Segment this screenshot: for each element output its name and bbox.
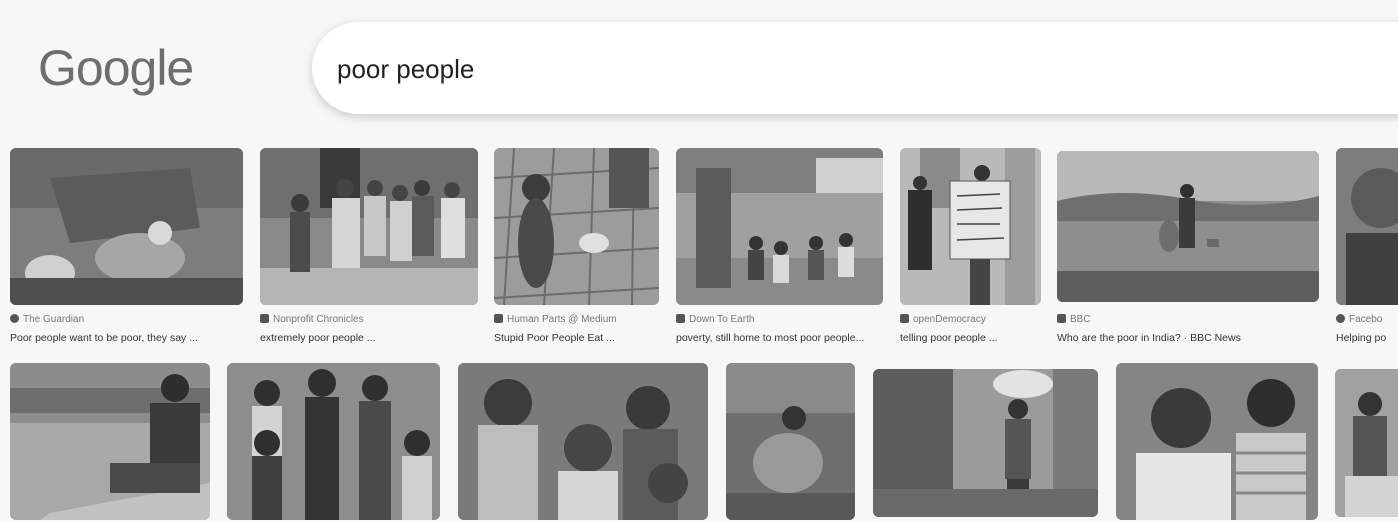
image-result[interactable]	[458, 363, 708, 520]
image-result[interactable]	[1336, 148, 1398, 305]
image-result[interactable]	[873, 369, 1098, 517]
result-source[interactable]: Down To Earth	[676, 314, 883, 325]
result-image	[494, 148, 659, 305]
result-title[interactable]: poverty, still home to most poor people.…	[676, 332, 883, 344]
search-bar[interactable]: poor people	[312, 22, 1398, 114]
opendemocracy-favicon	[900, 314, 909, 323]
bbc-favicon	[1057, 314, 1066, 323]
result-source[interactable]: BBC	[1057, 314, 1319, 325]
result-image	[10, 363, 210, 520]
result-source[interactable]: openDemocracy	[900, 314, 1041, 325]
result-source[interactable]: Facebo	[1336, 314, 1398, 325]
result-image	[1336, 148, 1398, 305]
result-image	[873, 369, 1098, 517]
image-result[interactable]	[676, 148, 883, 305]
result-image	[10, 148, 243, 305]
result-image	[726, 363, 855, 520]
result-image	[458, 363, 708, 520]
google-logo-text: Google	[38, 40, 194, 96]
result-image	[227, 363, 440, 520]
image-result[interactable]	[900, 148, 1041, 305]
image-result[interactable]	[10, 363, 210, 520]
result-title[interactable]: Helping po	[1336, 332, 1398, 344]
google-image-results-page: Google poor people The Guardian Poor peo…	[0, 0, 1398, 522]
image-result[interactable]	[1116, 363, 1318, 520]
image-result[interactable]	[1057, 151, 1319, 302]
result-source[interactable]: Human Parts @ Medium	[494, 314, 659, 325]
image-result[interactable]	[494, 148, 659, 305]
result-source[interactable]: Nonprofit Chronicles	[260, 314, 478, 325]
result-title[interactable]: Poor people want to be poor, they say ..…	[10, 332, 243, 344]
result-title[interactable]: extremely poor people ...	[260, 332, 478, 344]
image-result[interactable]	[227, 363, 440, 520]
google-logo[interactable]: Google	[38, 38, 194, 98]
result-image	[1335, 369, 1398, 517]
image-result[interactable]	[260, 148, 478, 305]
guardian-favicon	[10, 314, 19, 323]
result-image	[1057, 151, 1319, 302]
result-image	[676, 148, 883, 305]
result-title[interactable]: Stupid Poor People Eat ...	[494, 332, 659, 344]
facebook-favicon	[1336, 314, 1345, 323]
image-result[interactable]	[1335, 369, 1398, 517]
image-result[interactable]	[10, 148, 243, 305]
search-input[interactable]: poor people	[337, 54, 474, 85]
medium-favicon	[494, 314, 503, 323]
result-title[interactable]: Who are the poor in India? · BBC News	[1057, 332, 1319, 344]
nonprofit-chronicles-favicon	[260, 314, 269, 323]
result-image	[900, 148, 1041, 305]
down-to-earth-favicon	[676, 314, 685, 323]
image-result[interactable]	[726, 363, 855, 520]
result-title[interactable]: telling poor people ...	[900, 332, 1041, 344]
result-image	[260, 148, 478, 305]
result-image	[1116, 363, 1318, 520]
result-source[interactable]: The Guardian	[10, 314, 243, 325]
